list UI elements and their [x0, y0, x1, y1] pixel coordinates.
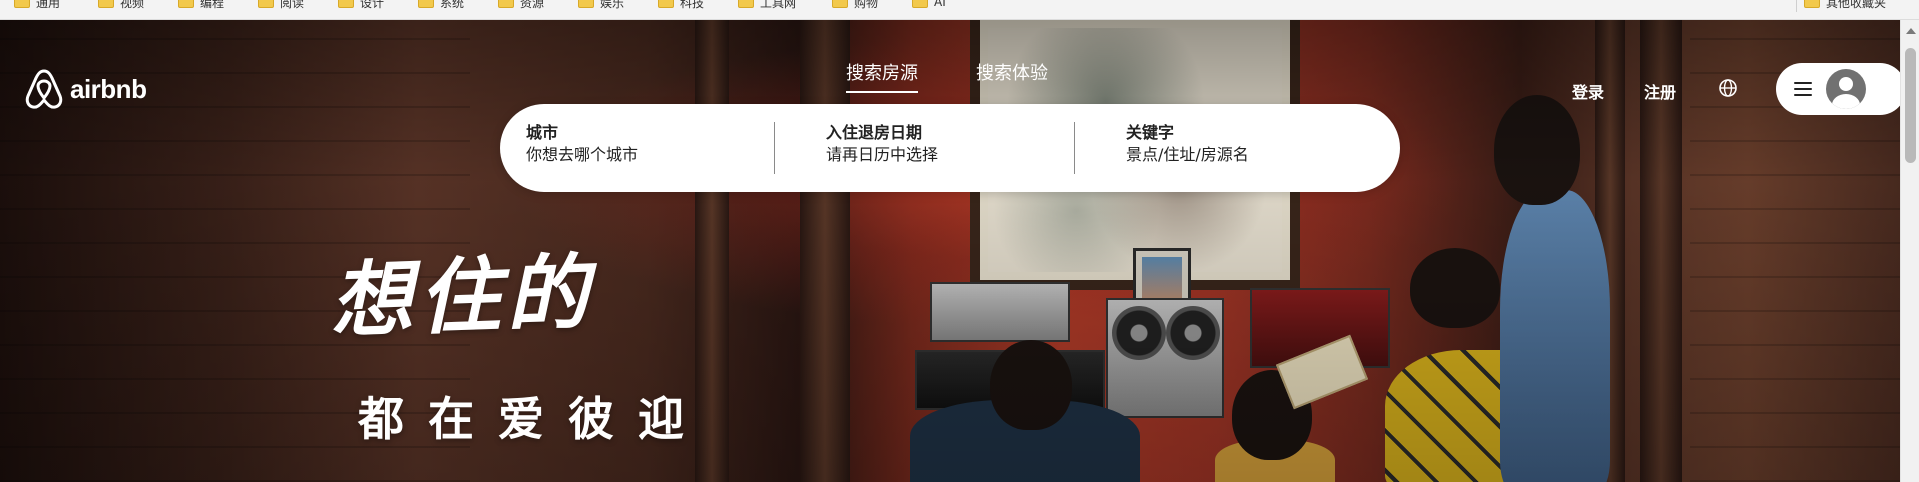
user-avatar-icon [1826, 69, 1866, 109]
bookmark-separator [1796, 0, 1797, 12]
bookmark-folder[interactable]: 系统 [418, 0, 464, 11]
dates-field[interactable]: 入住退房日期 请再日历中选择 [826, 122, 938, 166]
tab-search-stays[interactable]: 搜索房源 [846, 59, 918, 93]
folder-icon [498, 0, 514, 8]
hamburger-menu-icon [1794, 82, 1812, 96]
login-link[interactable]: 登录 [1572, 79, 1604, 103]
keyword-field-input[interactable]: 景点/住址/房源名 [1126, 144, 1249, 166]
bookmark-folder[interactable]: 科技 [658, 0, 704, 11]
bookmark-folder[interactable]: 阅读 [258, 0, 304, 11]
folder-icon [578, 0, 594, 8]
bookmark-folder[interactable]: 通用 [14, 0, 60, 11]
user-menu-button[interactable] [1776, 63, 1906, 115]
folder-icon [14, 0, 30, 8]
folder-icon [658, 0, 674, 8]
tab-search-experiences[interactable]: 搜索体验 [976, 59, 1048, 85]
bookmark-folder[interactable]: 娱乐 [578, 0, 624, 11]
field-divider [774, 122, 775, 174]
bookmark-folder[interactable]: AI [912, 0, 946, 11]
logo-text: airbnb [70, 73, 147, 104]
airbnb-belo-icon [25, 69, 63, 109]
bookmark-folder[interactable]: 工具网 [738, 0, 796, 11]
keyword-field[interactable]: 关键字 景点/住址/房源名 [1126, 122, 1249, 166]
hero-slogan-main: 想住的 [328, 245, 596, 350]
search-panel: 城市 你想去哪个城市 入住退房日期 请再日历中选择 关键字 景点/住址/房源名 [500, 104, 1400, 192]
hero-slogan-sub: 都在爱彼迎 [358, 392, 708, 446]
scrollbar-thumb[interactable] [1905, 48, 1916, 163]
city-field-input[interactable]: 你想去哪个城市 [526, 144, 638, 166]
bookmark-folder[interactable]: 设计 [338, 0, 384, 11]
folder-icon [98, 0, 114, 8]
folder-icon [832, 0, 848, 8]
folder-icon [258, 0, 274, 8]
keyword-field-label: 关键字 [1126, 123, 1175, 142]
scroll-up-arrow-icon[interactable] [1906, 28, 1916, 34]
folder-icon [418, 0, 434, 8]
city-field-label: 城市 [526, 123, 559, 142]
folder-icon [338, 0, 354, 8]
folder-icon [738, 0, 754, 8]
field-divider [1074, 122, 1075, 174]
globe-icon[interactable] [1718, 78, 1738, 102]
bookmarks-bar: 通用 视频 编程 阅读 设计 系统 资源 娱乐 科技 工具网 购物 AI 其他收… [0, 0, 1919, 20]
page-scrollbar[interactable] [1900, 20, 1919, 482]
folder-icon [178, 0, 194, 8]
bookmark-other-folder[interactable]: 其他收藏夹 [1804, 0, 1886, 11]
bookmark-folder[interactable]: 编程 [178, 0, 224, 11]
folder-icon [912, 0, 928, 8]
dates-field-input[interactable]: 请再日历中选择 [826, 144, 938, 166]
signup-link[interactable]: 注册 [1644, 79, 1676, 103]
bookmark-folder[interactable]: 购物 [832, 0, 878, 11]
bookmark-folder[interactable]: 视频 [98, 0, 144, 11]
dates-field-label: 入住退房日期 [826, 123, 923, 142]
airbnb-logo[interactable]: airbnb [24, 68, 147, 110]
bookmark-folder[interactable]: 资源 [498, 0, 544, 11]
folder-icon [1804, 0, 1820, 8]
city-field[interactable]: 城市 你想去哪个城市 [526, 122, 638, 166]
